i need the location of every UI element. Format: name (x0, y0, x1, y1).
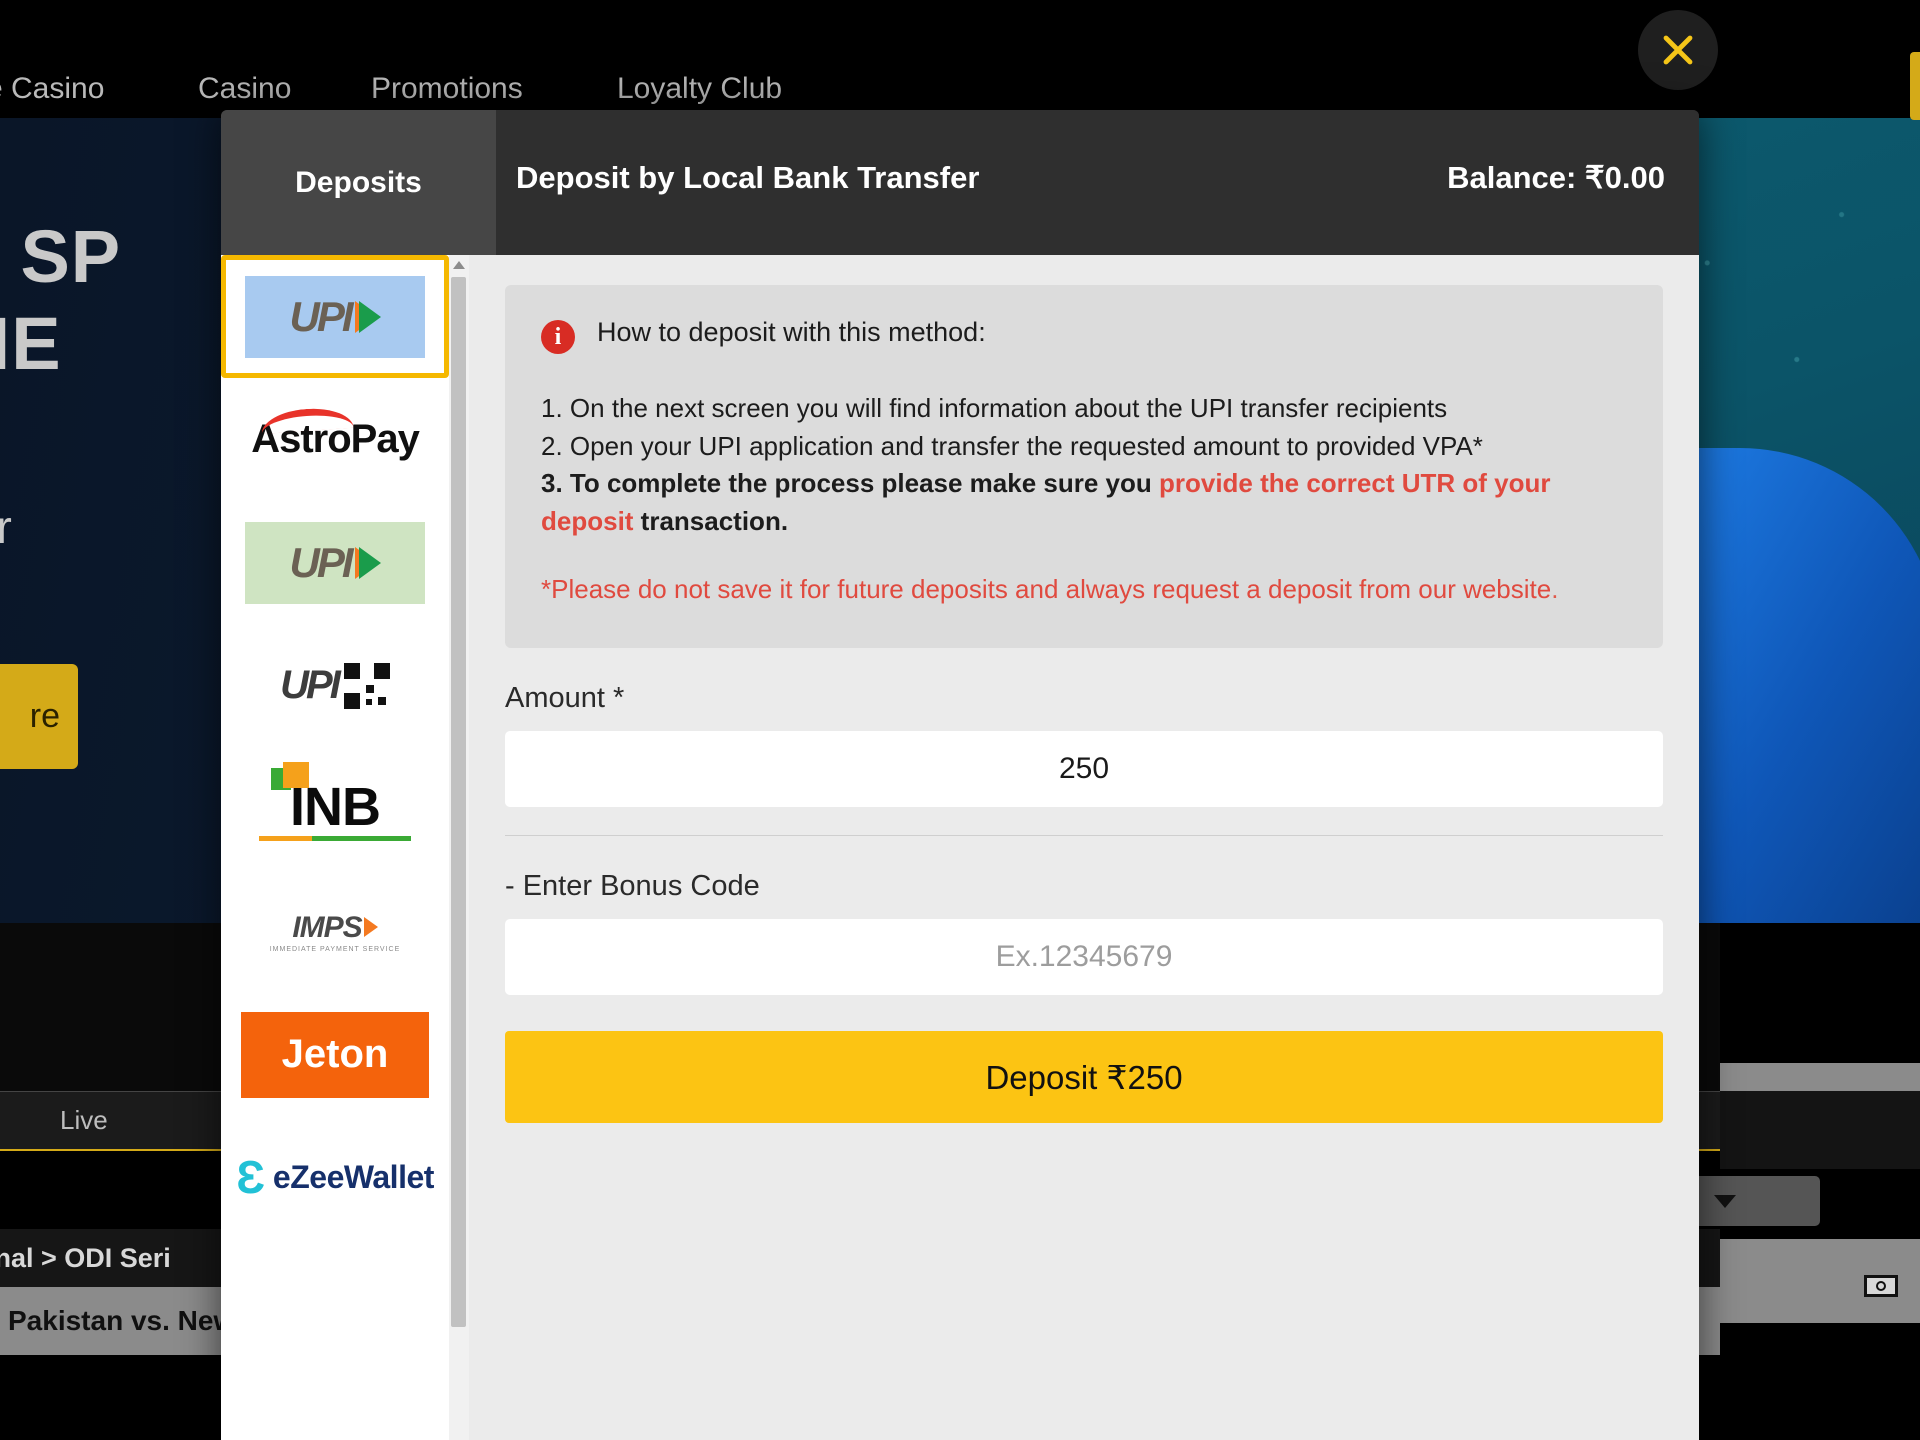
scroll-up-arrow-icon[interactable] (453, 261, 465, 269)
imps-logo-icon: IMPS IMMEDIATE PAYMENT SERVICE (269, 910, 401, 953)
live-tab-label: Live (60, 1105, 108, 1135)
payment-methods-list: UPI AstroPay UPI UPI INB IMPS IMMEDIATE … (221, 255, 449, 1440)
payment-method-ezeewallet[interactable]: Ɛ eZeeWallet (221, 1116, 449, 1239)
modal-body: UPI AstroPay UPI UPI INB IMPS IMMEDIATE … (221, 255, 1699, 1440)
payment-method-imps[interactable]: IMPS IMMEDIATE PAYMENT SERVICE (221, 870, 449, 993)
deposit-note: *Please do not save it for future deposi… (541, 571, 1627, 609)
pitch-icon (1864, 1275, 1898, 1297)
astropay-logo-icon: AstroPay (251, 405, 420, 462)
nav-item-casino[interactable]: Casino (198, 72, 291, 106)
upi-logo-icon: UPI (245, 275, 425, 358)
scrollbar-thumb[interactable] (451, 277, 466, 1327)
breadcrumb-label: onal > ODI Seri (0, 1242, 171, 1273)
deposit-note-tail: . (1551, 573, 1559, 604)
top-navigation: e Casino Casino Promotions Loyalty Club (0, 0, 1920, 118)
payment-method-inb[interactable]: INB (221, 747, 449, 870)
payment-method-jeton[interactable]: Jeton (221, 993, 449, 1116)
deposit-form-panel: i How to deposit with this method: 1. On… (469, 255, 1699, 1440)
nav-item-promotions[interactable]: Promotions (371, 72, 523, 106)
payment-method-upi-qr[interactable]: UPI (221, 624, 449, 747)
ezee-mark: Ɛ (236, 1150, 265, 1203)
methods-scrollbar[interactable] (449, 255, 469, 1440)
payment-method-astropay[interactable]: AstroPay (221, 378, 449, 501)
upi-qr-logo-icon: UPI (280, 662, 390, 709)
bg-block-a (1720, 923, 1920, 1063)
info-heading: How to deposit with this method: (597, 317, 986, 347)
imps-tagline: IMMEDIATE PAYMENT SERVICE (269, 945, 401, 953)
close-button[interactable] (1638, 10, 1718, 90)
amount-input[interactable] (505, 731, 1663, 808)
info-icon: i (541, 320, 575, 354)
payment-methods-rail: UPI AstroPay UPI UPI INB IMPS IMMEDIATE … (221, 255, 469, 1440)
form-divider (505, 835, 1663, 837)
payment-method-upi-blue[interactable]: UPI (221, 255, 449, 378)
bg-block-f (1720, 1323, 1920, 1440)
banner-subtitle: n your sits! (0, 501, 12, 553)
bonus-code-input[interactable] (505, 919, 1663, 996)
deposit-modal: Deposits Deposit by Local Bank Transfer … (221, 110, 1699, 1440)
info-heading-row: i How to deposit with this method: (541, 317, 1627, 354)
background-right-column (1630, 923, 1920, 1440)
banner-title: KH SP OME (0, 215, 122, 386)
chevron-down-icon (1714, 1194, 1736, 1208)
deposit-button[interactable]: Deposit ₹250 (505, 1031, 1663, 1124)
tab-deposits[interactable]: Deposits (221, 110, 496, 255)
modal-title: Deposit by Local Bank Transfer (516, 160, 980, 195)
balance-display: Balance: ₹0.00 (1447, 160, 1665, 195)
inb-logo-icon: INB (259, 762, 411, 841)
info-box: i How to deposit with this method: 1. On… (505, 285, 1663, 649)
jeton-logo-icon: Jeton (241, 1011, 429, 1098)
bg-block-c (1720, 1091, 1920, 1169)
amount-label: Amount * (505, 682, 625, 715)
bg-block-b (1720, 1063, 1920, 1091)
banner-cta-button[interactable]: re (0, 664, 78, 769)
deposit-step-3: 3. To complete the process please make s… (541, 465, 1627, 540)
close-icon (1663, 35, 1693, 65)
upi-logo-icon: UPI (245, 521, 425, 604)
deposit-step-2: 2. Open your UPI application and transfe… (541, 430, 1483, 461)
ezee-wordmark: eZeeWallet (272, 1158, 434, 1195)
step3-suffix: transaction. (633, 506, 789, 537)
ezeewallet-logo-icon: Ɛ eZeeWallet (236, 1150, 434, 1203)
deposit-steps: 1. On the next screen you will find info… (541, 390, 1627, 541)
payment-method-upi-green[interactable]: UPI (221, 501, 449, 624)
deposit-note-text: *Please do not save it for future deposi… (541, 573, 1552, 604)
nav-item-loyalty-club[interactable]: Loyalty Club (617, 72, 782, 106)
match-row-label: Pakistan vs. New . (8, 1305, 251, 1336)
edge-accent (1910, 52, 1920, 120)
nav-item-live-casino[interactable]: e Casino (0, 72, 104, 106)
deposit-step-1: 1. On the next screen you will find info… (541, 393, 1448, 423)
bonus-code-label[interactable]: - Enter Bonus Code (505, 870, 1663, 903)
step3-prefix: 3. To complete the process please make s… (541, 468, 1159, 499)
modal-header: Deposits Deposit by Local Bank Transfer … (221, 110, 1699, 255)
